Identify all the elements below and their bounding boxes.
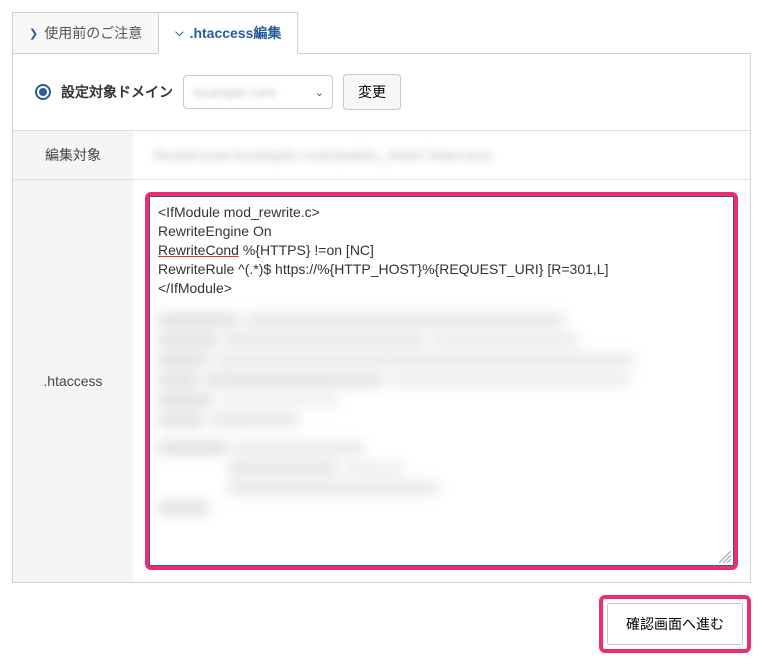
- footer: 確認画面へ進む: [12, 583, 751, 653]
- tab-notes-label: 使用前のご注意: [44, 23, 142, 43]
- edit-target-value-cell: /home/user/example.com/public_html/.htac…: [133, 131, 750, 180]
- domain-select[interactable]: example.com ⌄: [183, 75, 333, 109]
- edit-target-value: /home/user/example.com/public_html/.htac…: [153, 147, 492, 163]
- blurred-content: [158, 313, 725, 515]
- panel: 設定対象ドメイン example.com ⌄ 変更 編集対象 /home/use…: [12, 54, 751, 583]
- config-table: 編集対象 /home/user/example.com/public_html/…: [13, 130, 750, 582]
- confirm-button[interactable]: 確認画面へ進む: [607, 603, 743, 645]
- htaccess-code: <IfModule mod_rewrite.c> RewriteEngine O…: [158, 203, 725, 297]
- domain-label: 設定対象ドメイン: [61, 82, 173, 102]
- tab-notes[interactable]: ❯ 使用前のご注意: [12, 12, 159, 53]
- edit-target-label: 編集対象: [13, 131, 133, 180]
- change-button[interactable]: 変更: [343, 74, 401, 110]
- tab-htaccess-edit-label: .htaccess編集: [190, 23, 282, 43]
- domain-row: 設定対象ドメイン example.com ⌄ 変更: [13, 54, 750, 130]
- chevron-down-icon: ⌵: [175, 27, 183, 40]
- htaccess-label: .htaccess: [13, 180, 133, 583]
- chevron-right-icon: ❯: [29, 27, 38, 40]
- htaccess-row: .htaccess <IfModule mod_rewrite.c> Rewri…: [13, 180, 750, 583]
- htaccess-textarea[interactable]: <IfModule mod_rewrite.c> RewriteEngine O…: [149, 196, 734, 566]
- chevron-down-icon: ⌄: [315, 86, 324, 99]
- radio-selected-icon[interactable]: [35, 84, 51, 100]
- confirm-highlight: 確認画面へ進む: [599, 595, 751, 653]
- edit-target-row: 編集対象 /home/user/example.com/public_html/…: [13, 131, 750, 180]
- tab-bar: ❯ 使用前のご注意 ⌵ .htaccess編集: [12, 12, 751, 54]
- textarea-highlight: <IfModule mod_rewrite.c> RewriteEngine O…: [145, 192, 738, 570]
- tab-htaccess-edit[interactable]: ⌵ .htaccess編集: [158, 12, 298, 54]
- resize-handle-icon[interactable]: [719, 551, 731, 563]
- htaccess-cell: <IfModule mod_rewrite.c> RewriteEngine O…: [133, 180, 750, 583]
- domain-select-value: example.com: [194, 85, 277, 100]
